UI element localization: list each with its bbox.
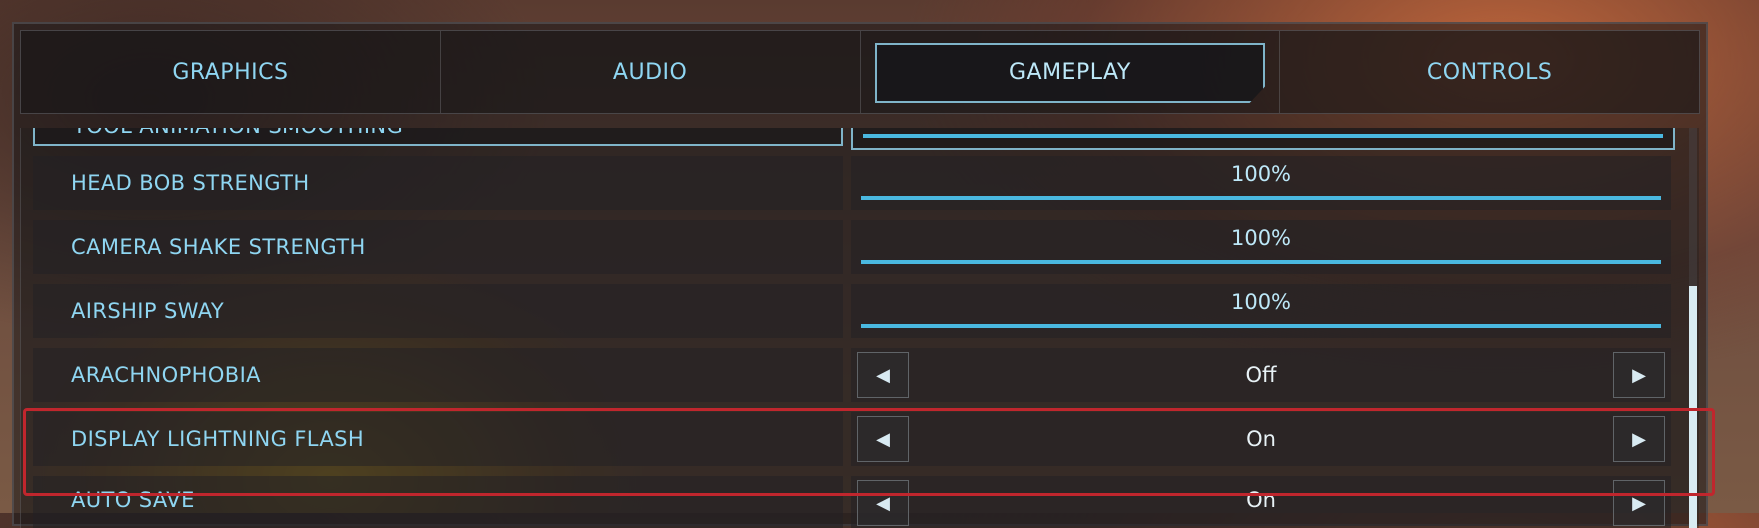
- chevron-right-icon: ▶: [1632, 492, 1646, 514]
- setting-label-text: AUTO SAVE: [71, 488, 195, 512]
- setting-label-text: TOOL ANIMATION SMOOTHING: [73, 128, 403, 138]
- setting-label: HEAD BOB STRENGTH: [33, 156, 843, 210]
- scrollbar[interactable]: [1689, 128, 1697, 528]
- tab-graphics-label: GRAPHICS: [172, 59, 289, 85]
- setting-label-text: CAMERA SHAKE STRENGTH: [71, 235, 366, 259]
- chevron-left-icon: ◀: [876, 428, 890, 450]
- slider-value: 100%: [1230, 162, 1292, 186]
- tab-gameplay-label: GAMEPLAY: [1008, 59, 1131, 85]
- setting-cycle-container: On ◀ ▶: [851, 476, 1671, 528]
- setting-slider-container: 100%: [851, 156, 1671, 210]
- tab-graphics[interactable]: GRAPHICS: [21, 31, 441, 113]
- next-option-button[interactable]: ▶: [1613, 352, 1665, 398]
- slider-track[interactable]: [861, 260, 1661, 264]
- settings-tabs: GRAPHICS AUDIO GAMEPLAY CONTROLS: [20, 30, 1700, 114]
- settings-panel: GRAPHICS AUDIO GAMEPLAY CONTROLS TOOL AN…: [12, 22, 1708, 528]
- setting-slider-container: 100%: [851, 284, 1671, 338]
- previous-option-button[interactable]: ◀: [857, 416, 909, 462]
- setting-label: TOOL ANIMATION SMOOTHING: [33, 128, 843, 146]
- setting-label: AUTO SAVE: [33, 476, 843, 528]
- setting-row-arachnophobia[interactable]: ARACHNOPHOBIA Off ◀ ▶: [33, 348, 1671, 402]
- slider-fill: [861, 196, 1661, 200]
- chevron-left-icon: ◀: [876, 492, 890, 514]
- slider-track[interactable]: [861, 196, 1661, 200]
- previous-option-button[interactable]: ◀: [857, 352, 909, 398]
- next-option-button[interactable]: ▶: [1613, 480, 1665, 526]
- slider-track[interactable]: [861, 324, 1661, 328]
- setting-label-text: DISPLAY LIGHTNING FLASH: [71, 427, 365, 451]
- slider-track[interactable]: [863, 134, 1663, 138]
- chevron-right-icon: ▶: [1632, 364, 1646, 386]
- cycle-value: Off: [1245, 363, 1277, 387]
- cycle-value: On: [1246, 488, 1276, 512]
- setting-row-head-bob-strength[interactable]: HEAD BOB STRENGTH 100%: [33, 156, 1671, 210]
- setting-cycle-container: On ◀ ▶: [851, 412, 1671, 466]
- chevron-right-icon: ▶: [1632, 428, 1646, 450]
- scrollbar-thumb[interactable]: [1689, 286, 1697, 528]
- tab-controls[interactable]: CONTROLS: [1280, 31, 1699, 113]
- setting-row-display-lightning-flash[interactable]: DISPLAY LIGHTNING FLASH On ◀ ▶: [33, 412, 1671, 466]
- setting-label: CAMERA SHAKE STRENGTH: [33, 220, 843, 274]
- slider-value: 100%: [1230, 290, 1292, 314]
- setting-label: DISPLAY LIGHTNING FLASH: [33, 412, 843, 466]
- tab-audio[interactable]: AUDIO: [441, 31, 861, 113]
- cycle-value: On: [1246, 427, 1276, 451]
- previous-option-button[interactable]: ◀: [857, 480, 909, 526]
- slider-fill: [861, 324, 1661, 328]
- setting-label: ARACHNOPHOBIA: [33, 348, 843, 402]
- setting-label-text: HEAD BOB STRENGTH: [71, 171, 310, 195]
- slider-fill: [863, 134, 1663, 138]
- chevron-left-icon: ◀: [876, 364, 890, 386]
- setting-label-text: ARACHNOPHOBIA: [71, 363, 261, 387]
- settings-list: TOOL ANIMATION SMOOTHING HEAD BOB STRENG…: [20, 128, 1699, 528]
- setting-label: AIRSHIP SWAY: [33, 284, 843, 338]
- setting-label-text: AIRSHIP SWAY: [71, 299, 225, 323]
- next-option-button[interactable]: ▶: [1613, 416, 1665, 462]
- setting-row-tool-animation-smoothing[interactable]: TOOL ANIMATION SMOOTHING: [33, 128, 1675, 150]
- setting-row-auto-save[interactable]: AUTO SAVE On ◀ ▶: [33, 476, 1671, 528]
- tab-controls-label: CONTROLS: [1426, 59, 1553, 85]
- tab-gameplay[interactable]: GAMEPLAY: [861, 31, 1281, 113]
- setting-row-camera-shake-strength[interactable]: CAMERA SHAKE STRENGTH 100%: [33, 220, 1671, 274]
- tab-audio-label: AUDIO: [612, 59, 688, 85]
- setting-slider-container: 100%: [851, 220, 1671, 274]
- slider-value: 100%: [1230, 226, 1292, 250]
- setting-row-airship-sway[interactable]: AIRSHIP SWAY 100%: [33, 284, 1671, 338]
- setting-slider-container: [851, 128, 1675, 150]
- setting-cycle-container: Off ◀ ▶: [851, 348, 1671, 402]
- slider-fill: [861, 260, 1661, 264]
